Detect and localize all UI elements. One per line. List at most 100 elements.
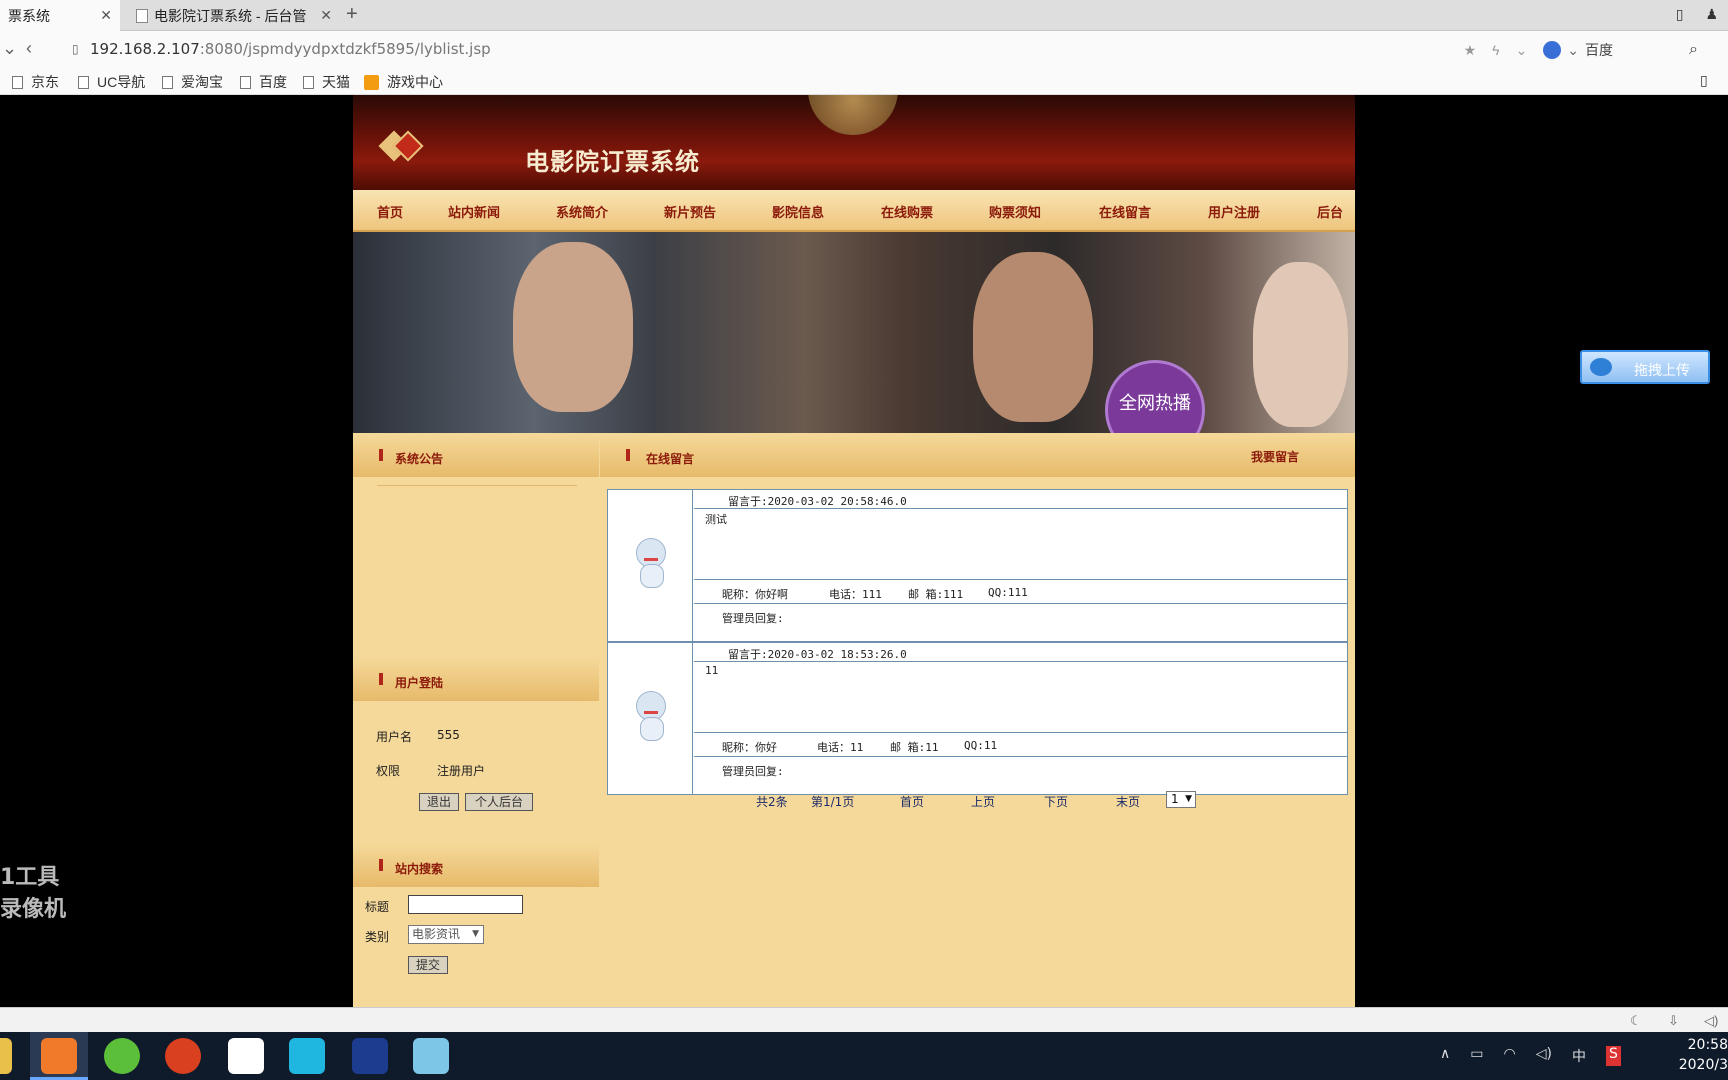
page-select[interactable]: 1 ▼	[1166, 791, 1196, 808]
nav-cinema-info[interactable]: 影院信息	[772, 202, 824, 221]
chevron-up-icon[interactable]: ∧	[1440, 1046, 1450, 1066]
bookmark-jd[interactable]: 京东	[12, 72, 59, 92]
actress-face	[1253, 262, 1348, 427]
cloud-icon	[1590, 358, 1612, 376]
username-label: 用户名	[376, 730, 413, 744]
message-qq: QQ:111	[988, 586, 1028, 599]
search-engine-label[interactable]: 百度	[1585, 40, 1613, 60]
chevron-down-icon[interactable]: ⌄	[1516, 42, 1528, 59]
first-page-link[interactable]: 首页	[900, 793, 924, 810]
file-explorer-icon[interactable]	[0, 1038, 12, 1074]
nav-admin[interactable]: 后台	[1317, 202, 1343, 221]
role-value: 注册用户	[437, 764, 486, 778]
message-content-row: 测试	[694, 509, 1347, 580]
new-tab-button[interactable]: +	[346, 3, 358, 26]
message-info-row: 昵称：你好 电话：11 邮 箱:11 QQ:11	[694, 733, 1347, 757]
last-page-link[interactable]: 末页	[1116, 793, 1140, 810]
category-select[interactable]: 电影资讯 ▼	[408, 925, 484, 944]
nav-register[interactable]: 用户注册	[1208, 202, 1260, 221]
url-field[interactable]: 192.168.2.107:8080/jspmdyydpxtdzkf5895/l…	[90, 40, 491, 58]
url-host: 192.168.2.107	[90, 40, 200, 58]
address-bar: ⌄ ‹ ▯ 192.168.2.107:8080/jspmdyydpxtdzkf…	[0, 31, 1728, 67]
submit-button[interactable]: 提交	[408, 956, 448, 974]
shirt-icon[interactable]: ♟	[1705, 6, 1718, 23]
battery-icon[interactable]: ▭	[1470, 1046, 1483, 1066]
bookmark-games[interactable]: 游戏中心	[364, 72, 443, 92]
baidu-netdisk-icon[interactable]	[228, 1038, 264, 1074]
nav-trailers[interactable]: 新片预告	[664, 202, 716, 221]
bookmark-label: 京东	[31, 74, 59, 90]
windows-taskbar: ∧ ▭ ◠ ◁) 中 S 20:58 2020/3	[0, 1032, 1728, 1080]
nav-news[interactable]: 站内新闻	[448, 202, 500, 221]
window-controls: ▯ ♟	[1676, 6, 1718, 23]
bookmark-tmall[interactable]: 天猫	[303, 72, 350, 92]
browser-status-bar: ☾ ⇩ ◁)	[0, 1007, 1728, 1032]
login-header: 用户登陆	[353, 657, 599, 701]
admin-reply: 管理员回复:	[722, 612, 784, 625]
page-select-value: 1	[1171, 792, 1179, 806]
drag-upload-button[interactable]: 拖拽上传	[1580, 350, 1710, 384]
download-icon[interactable]: ⇩	[1668, 1013, 1679, 1029]
chevron-down-icon[interactable]: ⌄	[1567, 42, 1579, 59]
clock-date: 2020/3	[1678, 1057, 1728, 1073]
nav-ticket-notice[interactable]: 购票须知	[989, 202, 1041, 221]
site-title: 电影院订票系统	[525, 148, 700, 176]
message-email: 邮 箱:11	[890, 741, 939, 754]
bookmark-label: 游戏中心	[387, 74, 443, 90]
prev-page-link[interactable]: 上页	[971, 793, 995, 810]
sogou-icon[interactable]: S	[1605, 1046, 1621, 1066]
mobile-icon[interactable]: ▯	[1700, 72, 1708, 89]
volume-icon[interactable]: ◁)	[1536, 1046, 1552, 1066]
app-fox-icon[interactable]	[165, 1038, 201, 1074]
wifi-icon[interactable]: ◠	[1503, 1046, 1515, 1066]
nav-home[interactable]: 首页	[377, 202, 403, 221]
moon-icon[interactable]: ☾	[1630, 1013, 1642, 1029]
game-icon	[364, 74, 379, 90]
bookmark-baidu[interactable]: 百度	[240, 72, 287, 92]
web-page: 电影院订票系统 首页 站内新闻 系统简介 新片预告 影院信息 在线购票 购票须知…	[353, 95, 1355, 1007]
message-time: 留言于:2020-03-02 18:53:26.0	[728, 648, 907, 661]
tile-icon[interactable]: ▯	[1676, 6, 1684, 23]
message-nickname: 昵称：你好	[722, 741, 777, 754]
messages-header: 在线留言 我要留言	[600, 433, 1355, 477]
lightning-icon[interactable]: ϟ	[1492, 42, 1499, 58]
actor-face	[973, 252, 1093, 422]
bookmark-label: 爱淘宝	[181, 74, 223, 90]
speaker-icon[interactable]: ◁)	[1704, 1013, 1718, 1029]
bookmark-aitaobao[interactable]: 爱淘宝	[162, 72, 223, 92]
star-icon[interactable]: ★	[1464, 42, 1477, 59]
system-clock[interactable]: 20:58 2020/3	[1679, 1035, 1728, 1075]
tab-label: 电影院订票系统 - 后台管	[154, 7, 307, 24]
video-player-icon[interactable]	[289, 1038, 325, 1074]
app-green-icon[interactable]	[104, 1038, 140, 1074]
nav-messages[interactable]: 在线留言	[1099, 202, 1151, 221]
chevron-down-icon: ▼	[472, 929, 479, 939]
chevron-down-icon[interactable]: ⌄	[2, 38, 17, 59]
leave-message-link[interactable]: 我要留言	[1251, 448, 1299, 465]
admin-reply: 管理员回复:	[722, 765, 784, 778]
bookmark-uc[interactable]: UC导航	[78, 72, 145, 92]
search-title: 站内搜索	[395, 862, 444, 876]
total-count: 共2条	[756, 795, 788, 809]
next-page-link[interactable]: 下页	[1044, 793, 1068, 810]
search-title-label: 标题	[365, 900, 390, 914]
tab-current[interactable]: 票系统 ✕	[0, 0, 120, 31]
tab-backend[interactable]: 电影院订票系统 - 后台管 ✕	[128, 0, 340, 31]
nav-about[interactable]: 系统简介	[556, 202, 608, 221]
search-icon[interactable]: ⌕	[1689, 41, 1698, 59]
ornament-emblem	[808, 95, 898, 135]
app-blue-icon[interactable]	[352, 1038, 388, 1074]
close-tab-icon[interactable]: ✕	[320, 7, 332, 24]
page-icon	[78, 75, 89, 89]
ime-indicator[interactable]: 中	[1572, 1046, 1586, 1066]
app-notebook-icon[interactable]	[413, 1038, 449, 1074]
upload-label: 拖拽上传	[1634, 363, 1690, 379]
tab-label: 票系统	[8, 7, 50, 24]
uc-browser-taskbar-item[interactable]	[30, 1032, 88, 1080]
nav-buy-tickets[interactable]: 在线购票	[881, 202, 933, 221]
back-icon[interactable]: ‹	[26, 38, 32, 59]
page-icon	[303, 75, 314, 89]
close-tab-icon[interactable]: ✕	[100, 7, 112, 24]
search-title-input[interactable]	[408, 895, 523, 914]
baidu-paw-icon[interactable]	[1543, 41, 1562, 59]
